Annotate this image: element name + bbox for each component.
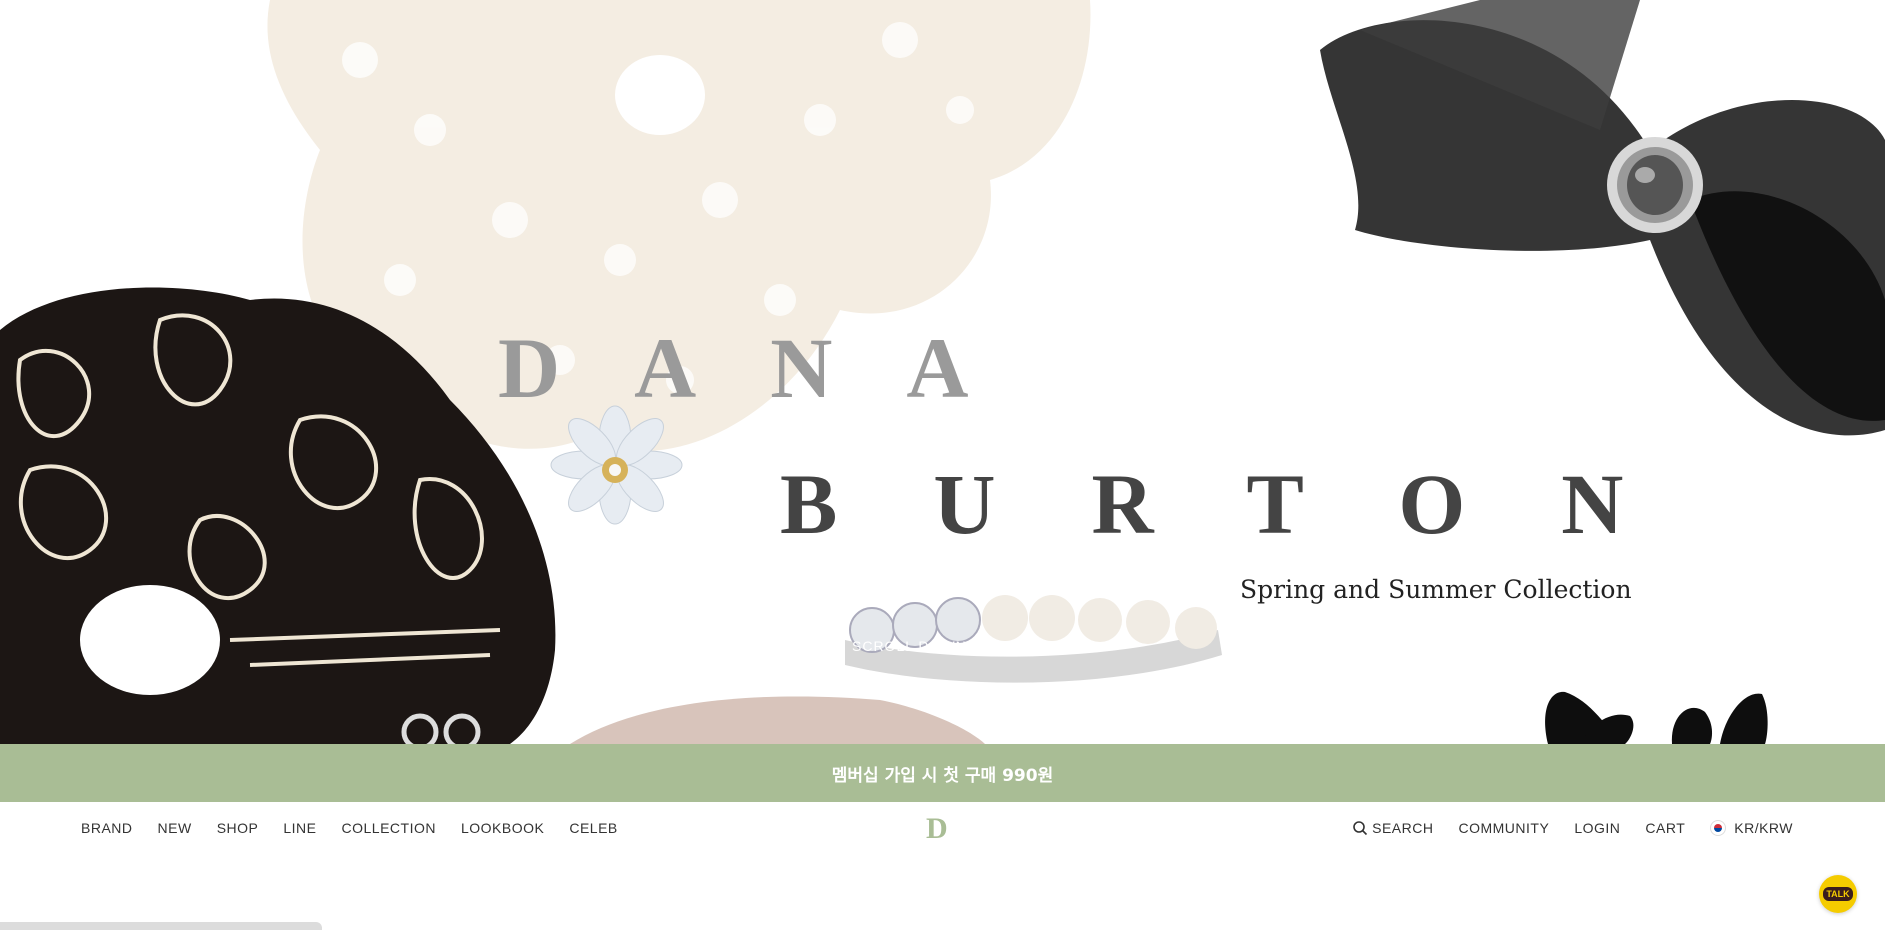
pink-satin-image [570, 696, 985, 744]
site-logo[interactable]: D [926, 812, 948, 846]
locale-label: KR/KRW [1734, 820, 1793, 836]
promo-banner[interactable]: 멤버십 가입 시 첫 구매 990원 [0, 744, 1885, 802]
nav-lookbook[interactable]: LOOKBOOK [461, 820, 544, 836]
kakao-talk-button[interactable]: TALK [1819, 875, 1857, 913]
locale-selector[interactable]: KR/KRW [1710, 820, 1793, 836]
hero-title-line1: DANA [498, 320, 1043, 416]
nav-shop[interactable]: SHOP [217, 820, 259, 836]
nav-community[interactable]: COMMUNITY [1458, 820, 1549, 836]
nav-right-menu: SEARCH COMMUNITY LOGIN CART KR/KRW [1352, 802, 1793, 854]
hero-subtitle: Spring and Summer Collection [1240, 575, 1632, 604]
promo-text: 멤버십 가입 시 첫 구매 990원 [831, 765, 1054, 786]
black-bow-image [1320, 0, 1885, 436]
nav-new[interactable]: NEW [158, 820, 192, 836]
daisy-pin-image [550, 405, 683, 525]
search-icon [1353, 821, 1368, 836]
hero-banner: DANA BURTON Spring and Summer Collection… [0, 0, 1885, 744]
nav-celeb[interactable]: CELEB [569, 820, 617, 836]
search-label: SEARCH [1372, 820, 1434, 836]
main-nav: BRAND NEW SHOP LINE COLLECTION LOOKBOOK … [0, 802, 1885, 854]
nav-cart[interactable]: CART [1645, 820, 1685, 836]
kakao-talk-icon: TALK [1823, 887, 1853, 901]
nav-login[interactable]: LOGIN [1574, 820, 1620, 836]
browser-status-bar [0, 922, 322, 930]
scroll-down-link[interactable]: SCROLL DOWN [852, 638, 967, 654]
search-link[interactable]: SEARCH [1352, 820, 1433, 836]
flag-kr-icon [1710, 820, 1727, 836]
nav-brand[interactable]: BRAND [81, 820, 133, 836]
nav-left-menu: BRAND NEW SHOP LINE COLLECTION LOOKBOOK … [81, 802, 618, 854]
black-ears-image [1545, 691, 1768, 744]
hero-title-line2: BURTON [780, 456, 1720, 552]
nav-line[interactable]: LINE [283, 820, 316, 836]
nav-collection[interactable]: COLLECTION [342, 820, 436, 836]
